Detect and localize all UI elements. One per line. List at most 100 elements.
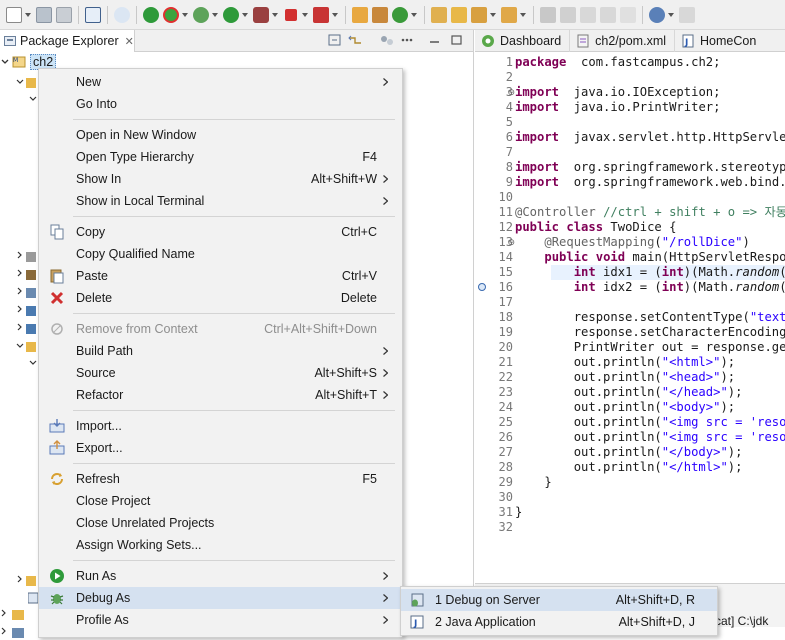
new-dropdown-icon[interactable] — [25, 12, 31, 17]
tree-node-icon[interactable] — [0, 608, 38, 622]
code-token: ); — [727, 445, 743, 459]
menu-item-show-in[interactable]: Show In Alt+Shift+W — [39, 168, 402, 190]
code-area[interactable]: package com.fastcampus.ch2; import java.i… — [513, 52, 785, 597]
new-file-icon[interactable] — [6, 6, 22, 23]
tree-node-icon[interactable] — [16, 340, 38, 354]
menu-item-export[interactable]: Export... — [39, 437, 402, 459]
web-browser-dropdown-icon[interactable] — [668, 12, 674, 17]
toolbar-overflow-icon[interactable] — [679, 6, 695, 23]
menu-item-import[interactable]: Import... — [39, 415, 402, 437]
close-icon[interactable]: ✕ — [125, 35, 134, 48]
menu-item-refresh[interactable]: Refresh F5 — [39, 468, 402, 490]
open-type-icon[interactable] — [431, 6, 447, 23]
spring-boot-icon[interactable] — [143, 6, 159, 23]
open-task-icon[interactable] — [501, 6, 517, 23]
package-explorer-tabbar: Package Explorer ✕ — [0, 30, 473, 52]
submenu-item-1-debug-on-server[interactable]: 1 Debug on Server Alt+Shift+D, R — [401, 589, 717, 611]
new-package-icon[interactable] — [372, 6, 388, 23]
stop-icon[interactable] — [285, 8, 297, 21]
save-icon[interactable] — [36, 6, 52, 23]
external-tools-dropdown-icon[interactable] — [332, 12, 338, 17]
code-token: @RequestMapping — [544, 235, 655, 249]
editor-tab-homecontroller[interactable]: J HomeCon — [675, 30, 764, 52]
tree-node-icon[interactable] — [16, 268, 38, 282]
menu-item-label: Close Unrelated Projects — [76, 516, 215, 530]
editor-tab-dashboard[interactable]: Dashboard — [475, 30, 571, 52]
code-line: out.println("<img src = 'resour — [515, 415, 785, 430]
tree-node-icon[interactable] — [16, 76, 38, 90]
external-tools-icon[interactable] — [313, 6, 329, 23]
link-with-editor-icon[interactable] — [348, 34, 362, 47]
run-server-dropdown-icon[interactable] — [272, 12, 278, 17]
search-dropdown-icon[interactable] — [490, 12, 496, 17]
menu-item-label: Source — [76, 366, 116, 380]
menu-item-new[interactable]: New — [39, 71, 402, 93]
menu-item-refactor[interactable]: Refactor Alt+Shift+T — [39, 384, 402, 406]
tree-node-icon[interactable] — [16, 304, 38, 318]
toggle-highlight-icon[interactable] — [560, 6, 576, 23]
relaunch-dropdown-icon[interactable] — [182, 12, 188, 17]
chevron-down-icon[interactable] — [28, 358, 38, 368]
collapse-all-icon[interactable] — [328, 34, 342, 47]
menu-item-copy-qualified-name[interactable]: Copy Qualified Name — [39, 243, 402, 265]
toggle-word-wrap-icon[interactable] — [600, 6, 616, 23]
relaunch-icon[interactable] — [163, 6, 179, 23]
menu-item-paste[interactable]: Paste Ctrl+V — [39, 265, 402, 287]
search-icon[interactable] — [471, 6, 487, 23]
editor-tab-label: ch2/pom.xml — [595, 34, 667, 48]
show-whitespace-icon[interactable] — [620, 6, 636, 23]
new-java-project-icon[interactable] — [352, 6, 368, 23]
debug-dropdown-icon[interactable] — [212, 12, 218, 17]
open-console-icon[interactable] — [85, 6, 101, 23]
chevron-down-icon[interactable] — [0, 57, 10, 67]
menu-item-build-path[interactable]: Build Path — [39, 340, 402, 362]
menu-item-close-project[interactable]: Close Project — [39, 490, 402, 512]
package-explorer-tab[interactable]: Package Explorer ✕ — [0, 30, 135, 52]
toolbar-separator — [136, 5, 137, 24]
debug-icon[interactable] — [193, 6, 209, 23]
annotation-icon[interactable] — [540, 6, 556, 23]
minimize-icon[interactable] — [428, 34, 442, 47]
focus-on-task-icon[interactable] — [380, 34, 394, 47]
new-class-icon[interactable] — [392, 6, 408, 23]
maximize-icon[interactable] — [450, 34, 464, 47]
save-all-icon[interactable] — [56, 6, 72, 23]
editor-tab-pom[interactable]: ch2/pom.xml — [570, 30, 676, 52]
toggle-block-icon[interactable] — [580, 6, 596, 23]
tree-node-icon[interactable] — [16, 286, 38, 300]
chevron-down-icon[interactable] — [28, 94, 38, 104]
menu-item-debug-as[interactable]: Debug As — [39, 587, 402, 609]
tree-node-icon[interactable] — [16, 574, 38, 588]
menu-item-copy[interactable]: Copy Ctrl+C — [39, 221, 402, 243]
code-token: java.io.PrintWriter; — [559, 100, 721, 114]
run-dropdown-icon[interactable] — [242, 12, 248, 17]
run-icon[interactable] — [223, 6, 239, 23]
breakpoint-marker-icon[interactable] — [478, 283, 486, 291]
code-line: } — [515, 475, 551, 490]
menu-item-go-into[interactable]: Go Into — [39, 93, 402, 115]
web-browser-icon[interactable] — [649, 6, 665, 23]
menu-item-open-in-new-window[interactable]: Open in New Window — [39, 124, 402, 146]
menu-item-delete[interactable]: Delete Delete — [39, 287, 402, 309]
skip-breakpoints-icon[interactable] — [114, 6, 130, 23]
run-icon — [50, 569, 64, 583]
view-menu-icon[interactable] — [400, 34, 414, 47]
menu-item-source[interactable]: Source Alt+Shift+S — [39, 362, 402, 384]
tree-node-icon[interactable] — [16, 250, 38, 264]
menu-item-assign-working-sets[interactable]: Assign Working Sets... — [39, 534, 402, 556]
open-task-dropdown-icon[interactable] — [520, 12, 526, 17]
stop-dropdown-icon[interactable] — [302, 12, 308, 17]
menu-item-close-unrelated-projects[interactable]: Close Unrelated Projects — [39, 512, 402, 534]
menu-item-profile-as[interactable]: Profile As — [39, 609, 402, 631]
open-folder-icon[interactable] — [451, 6, 467, 23]
tree-node-icon[interactable] — [0, 626, 38, 640]
menu-item-open-type-hierarchy[interactable]: Open Type Hierarchy F4 — [39, 146, 402, 168]
menu-item-run-as[interactable]: Run As — [39, 565, 402, 587]
run-server-icon[interactable] — [253, 6, 269, 23]
submenu-item-2-java-application[interactable]: J2 Java Application Alt+Shift+D, J — [401, 611, 717, 633]
tree-node-icon[interactable] — [16, 322, 38, 336]
menu-item-show-in-local-terminal[interactable]: Show in Local Terminal — [39, 190, 402, 212]
new-class-dropdown-icon[interactable] — [411, 12, 417, 17]
